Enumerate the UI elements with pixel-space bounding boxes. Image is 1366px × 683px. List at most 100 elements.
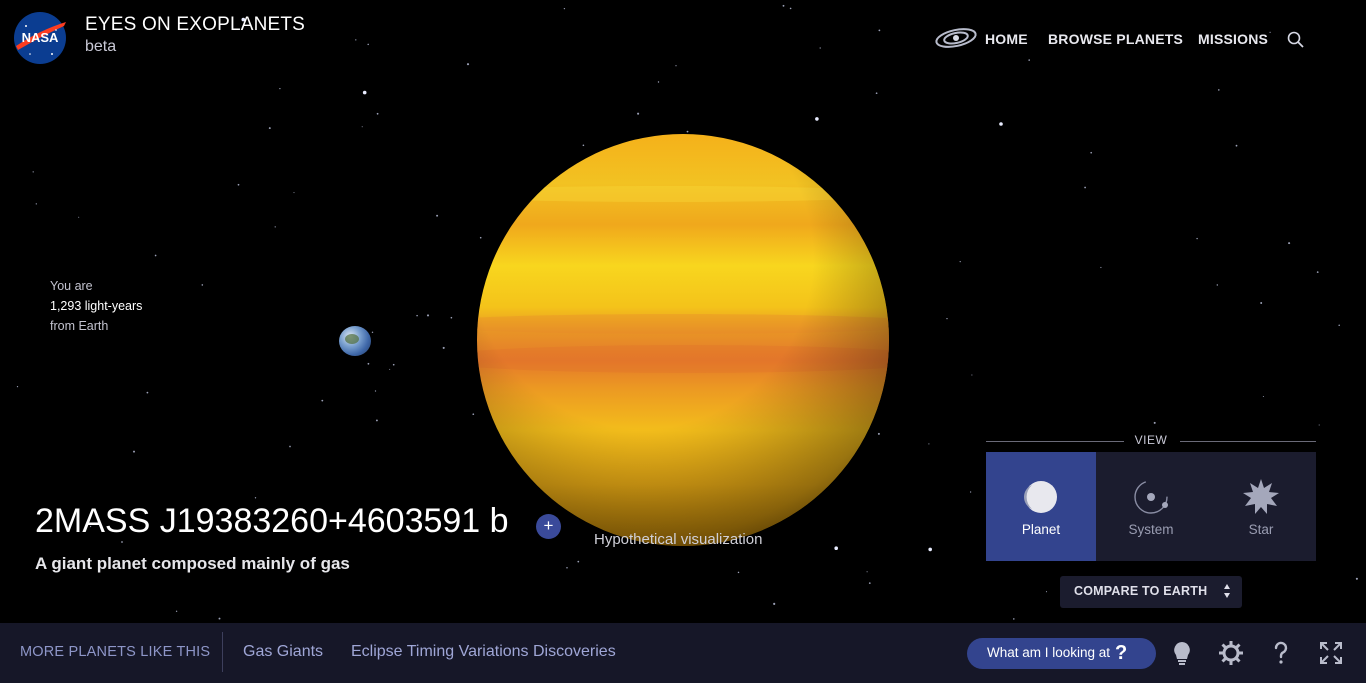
star-dot xyxy=(1028,59,1030,61)
star-dot xyxy=(782,4,785,7)
star-dot xyxy=(946,317,948,320)
star-dot xyxy=(450,316,453,319)
compare-label: COMPARE TO EARTH xyxy=(1074,584,1208,598)
star-dot xyxy=(355,39,357,41)
star-dot xyxy=(877,432,880,435)
planet-name: 2MASS J19383260+4603591 b xyxy=(35,502,509,540)
earth-image[interactable] xyxy=(339,326,371,356)
app-title: EYES ON EXOPLANETS xyxy=(85,14,306,35)
star-dot xyxy=(201,284,204,286)
tag-gas-giants[interactable]: Gas Giants xyxy=(243,643,323,661)
star-dot xyxy=(472,413,475,416)
star-dot xyxy=(1045,591,1048,593)
star-dot xyxy=(146,391,149,394)
view-system-label: System xyxy=(1128,522,1174,537)
star-dot xyxy=(154,254,157,257)
star-dot xyxy=(819,47,821,49)
planet-visualization[interactable] xyxy=(477,134,889,546)
view-heading: VIEW xyxy=(986,432,1316,448)
star-dot xyxy=(1262,395,1264,398)
star-dot xyxy=(1316,271,1319,273)
distance-readout: You are 1,293 light-years from Earth xyxy=(50,276,142,336)
system-view-icon xyxy=(1134,480,1168,514)
star-dot xyxy=(237,183,240,186)
nasa-logo[interactable]: NASA xyxy=(12,10,68,66)
galaxy-icon[interactable] xyxy=(934,26,978,50)
star-dot xyxy=(686,130,689,133)
star-dot xyxy=(1100,266,1102,269)
star-view-icon xyxy=(1243,479,1279,514)
star-dot xyxy=(466,63,470,66)
star-dot xyxy=(268,127,271,130)
planet-shading xyxy=(477,134,889,546)
star-dot xyxy=(1153,421,1156,424)
view-star-button[interactable]: Star xyxy=(1206,452,1316,561)
star-dot xyxy=(1013,618,1015,620)
star-dot xyxy=(289,445,291,448)
compare-to-earth-select[interactable]: COMPARE TO EARTH xyxy=(1060,576,1242,608)
star-dot xyxy=(374,390,377,392)
star-dot xyxy=(133,450,135,453)
help-icon[interactable] xyxy=(1268,640,1294,666)
what-am-i-looking-at-button[interactable]: What am I looking at ? xyxy=(967,638,1156,669)
bottom-bar: MORE PLANETS LIKE THIS Gas Giants Eclips… xyxy=(0,623,1366,683)
star-dot xyxy=(279,87,281,90)
star-dot xyxy=(875,92,878,95)
star-dot xyxy=(392,363,395,366)
earth-landmass xyxy=(345,334,359,344)
star-dot xyxy=(657,81,660,83)
star-dot xyxy=(773,602,776,605)
star-dot xyxy=(563,7,566,10)
star-dot xyxy=(78,216,80,218)
star-dot xyxy=(1196,237,1198,240)
star-dot xyxy=(928,443,930,445)
distance-line-1: You are xyxy=(50,279,93,293)
star-dot xyxy=(959,261,961,263)
star-dot xyxy=(1084,186,1086,189)
gear-icon[interactable] xyxy=(1218,640,1244,666)
view-system-button[interactable]: System xyxy=(1096,452,1206,561)
app-subtitle: beta xyxy=(85,38,117,55)
star-dot xyxy=(971,374,973,376)
star-dot xyxy=(218,617,221,620)
view-planet-label: Planet xyxy=(1021,522,1061,537)
star-dot xyxy=(582,144,585,147)
star-dot xyxy=(1235,144,1238,147)
star-dot xyxy=(367,362,370,365)
add-planet-button[interactable]: + xyxy=(536,514,561,539)
star-dot xyxy=(1338,324,1340,326)
star-dot xyxy=(121,541,123,543)
star-dot xyxy=(479,236,482,239)
star-dot xyxy=(566,567,568,569)
fullscreen-icon[interactable] xyxy=(1318,640,1344,666)
distance-line-3: from Earth xyxy=(50,319,109,333)
planet-view-icon xyxy=(1024,481,1057,513)
star-dot xyxy=(999,122,1003,126)
star-dot xyxy=(35,203,37,205)
star-dot xyxy=(175,610,178,612)
star-dot xyxy=(376,112,379,115)
bottom-divider xyxy=(222,632,223,672)
nav-home[interactable]: HOME xyxy=(985,31,1028,47)
nav-missions[interactable]: MISSIONS xyxy=(1198,31,1268,47)
star-dot xyxy=(416,314,418,317)
star-dot xyxy=(737,571,740,574)
star-dot xyxy=(367,43,369,46)
star-dot xyxy=(274,226,276,228)
star-dot xyxy=(1217,89,1220,91)
star-dot xyxy=(254,497,257,499)
view-star-label: Star xyxy=(1248,522,1274,537)
select-arrows-icon xyxy=(1224,584,1230,598)
star-dot xyxy=(637,112,640,115)
nasa-logo-text: NASA xyxy=(22,30,59,45)
star-dot xyxy=(878,29,881,32)
tag-eclipse-timing[interactable]: Eclipse Timing Variations Discoveries xyxy=(351,643,616,661)
search-icon[interactable] xyxy=(1286,30,1306,50)
star-dot xyxy=(16,386,19,388)
star-dot xyxy=(675,65,677,67)
star-dot xyxy=(1269,31,1271,33)
view-planet-button[interactable]: Planet xyxy=(986,452,1096,561)
nav-browse-planets[interactable]: BROWSE PLANETS xyxy=(1048,31,1183,47)
star-dot xyxy=(293,192,295,194)
lightbulb-icon[interactable] xyxy=(1169,640,1195,666)
